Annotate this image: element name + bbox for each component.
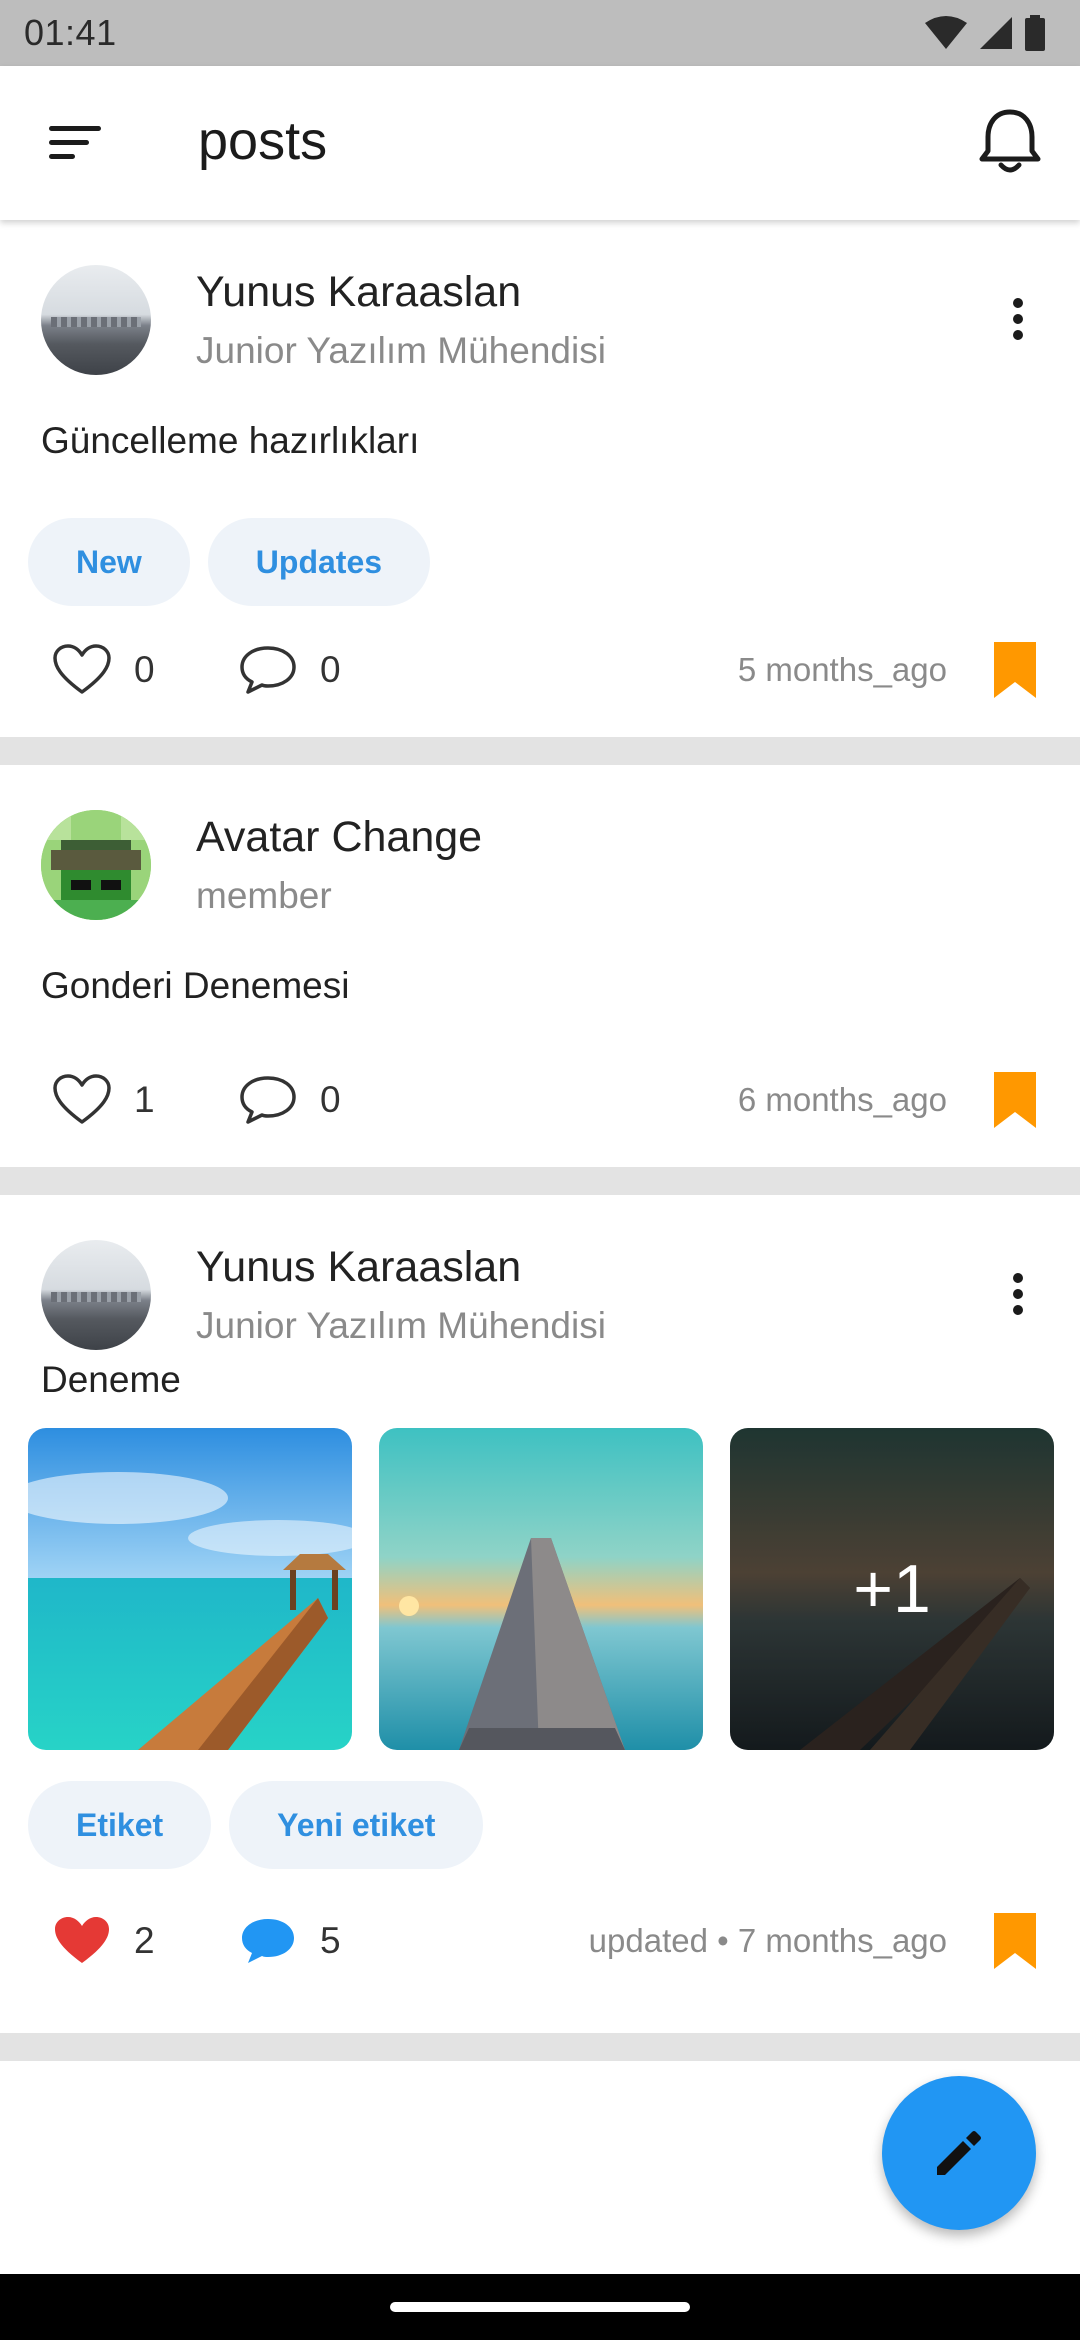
comment-count: 5 [320, 1920, 341, 1961]
post-text: Güncelleme hazırlıkları [41, 420, 420, 461]
like-button[interactable]: 1 [52, 1060, 155, 1140]
tag-chip[interactable]: Etiket [28, 1781, 212, 1869]
screen: 01:41 posts Yunus Karaaslan Junior Yazıl… [0, 0, 1080, 2340]
like-count: 1 [134, 1079, 155, 1120]
comment-outline-icon [240, 646, 296, 694]
status-time: 01:41 [24, 12, 117, 53]
like-button[interactable]: 0 [52, 630, 155, 710]
tag-chip[interactable]: Updates [207, 518, 431, 606]
battery-icon [1025, 15, 1045, 51]
image-gallery: +1 [28, 1428, 1054, 1750]
more-images-count[interactable]: +1 [730, 1428, 1054, 1750]
post-image[interactable] [28, 1428, 352, 1750]
post-time: updated • 7 months_ago [588, 1922, 947, 1959]
tag-list: Etiket Yeni etiket [28, 1781, 484, 1869]
more-options-button[interactable] [996, 1259, 1040, 1329]
post-feed: Yunus Karaaslan Junior Yazılım Mühendisi… [0, 220, 1080, 2061]
post-separator [0, 737, 1080, 765]
tag-chip[interactable]: Yeni etiket [229, 1781, 484, 1869]
post-separator [0, 1167, 1080, 1195]
comment-filled-icon [242, 1919, 294, 1963]
post-image[interactable] [379, 1428, 703, 1750]
author-role: member [196, 875, 332, 916]
comment-count: 0 [320, 1079, 341, 1120]
bell-icon [979, 109, 1041, 173]
page-title: posts [198, 111, 328, 171]
post-card: Yunus Karaaslan Junior Yazılım Mühendisi… [0, 220, 1080, 737]
post-card: Avatar Change member Gonderi Denemesi 1 … [0, 765, 1080, 1167]
comment-button[interactable]: 5 [238, 1901, 341, 1981]
menu-icon [49, 126, 101, 159]
post-actions: 2 5 updated • 7 months_ago [0, 1901, 1080, 1981]
bookmark-icon[interactable] [990, 1911, 1040, 1971]
app-bar: posts [0, 66, 1080, 220]
comment-outline-icon [240, 1076, 296, 1124]
author-name[interactable]: Yunus Karaaslan [196, 268, 521, 317]
author-name[interactable]: Yunus Karaaslan [196, 1243, 521, 1292]
sunset-pier-photo [379, 1428, 703, 1750]
post-text: Deneme [41, 1359, 181, 1400]
status-bar: 01:41 [0, 0, 1080, 66]
heart-outline-icon [53, 1074, 111, 1124]
home-gesture-handle[interactable] [390, 2302, 690, 2312]
menu-button[interactable] [46, 116, 106, 168]
create-post-button[interactable] [882, 2076, 1036, 2230]
tag-list: New Updates [28, 518, 431, 606]
wifi-icon [925, 16, 967, 49]
tag-chip[interactable]: New [28, 518, 190, 606]
like-button[interactable]: 2 [52, 1901, 155, 1981]
more-vertical-icon [1013, 298, 1023, 340]
signal-icon [980, 17, 1012, 49]
like-count: 0 [134, 649, 155, 690]
post-actions: 0 0 5 months_ago [0, 630, 1080, 710]
heart-filled-icon [55, 1917, 109, 1963]
system-nav-bar [0, 2274, 1080, 2340]
post-actions: 1 0 6 months_ago [0, 1060, 1080, 1140]
heart-outline-icon [53, 644, 111, 694]
author-role: Junior Yazılım Mühendisi [196, 1305, 606, 1346]
pixel-avatar-image [41, 810, 151, 920]
author-name[interactable]: Avatar Change [196, 813, 482, 862]
avatar[interactable] [41, 265, 151, 375]
post-card: Yunus Karaaslan Junior Yazılım Mühendisi… [0, 1195, 1080, 2033]
more-options-button[interactable] [996, 284, 1040, 354]
post-time: 6 months_ago [737, 1081, 947, 1118]
post-time: 5 months_ago [737, 651, 947, 688]
like-count: 2 [134, 1920, 155, 1961]
bookmark-icon[interactable] [990, 640, 1040, 700]
avatar[interactable] [41, 810, 151, 920]
post-separator [0, 2033, 1080, 2061]
bookmark-icon[interactable] [990, 1070, 1040, 1130]
avatar[interactable] [41, 1240, 151, 1350]
post-image[interactable]: +1 [730, 1428, 1054, 1750]
notifications-button[interactable] [972, 104, 1048, 180]
more-vertical-icon [1013, 1273, 1023, 1315]
pencil-icon [937, 2131, 981, 2175]
status-icons [924, 15, 1046, 51]
author-role: Junior Yazılım Mühendisi [196, 330, 606, 371]
comment-button[interactable]: 0 [238, 630, 341, 710]
comment-count: 0 [320, 649, 341, 690]
post-text: Gonderi Denemesi [41, 965, 350, 1006]
comment-button[interactable]: 0 [238, 1060, 341, 1140]
tropical-pier-photo [28, 1428, 352, 1750]
